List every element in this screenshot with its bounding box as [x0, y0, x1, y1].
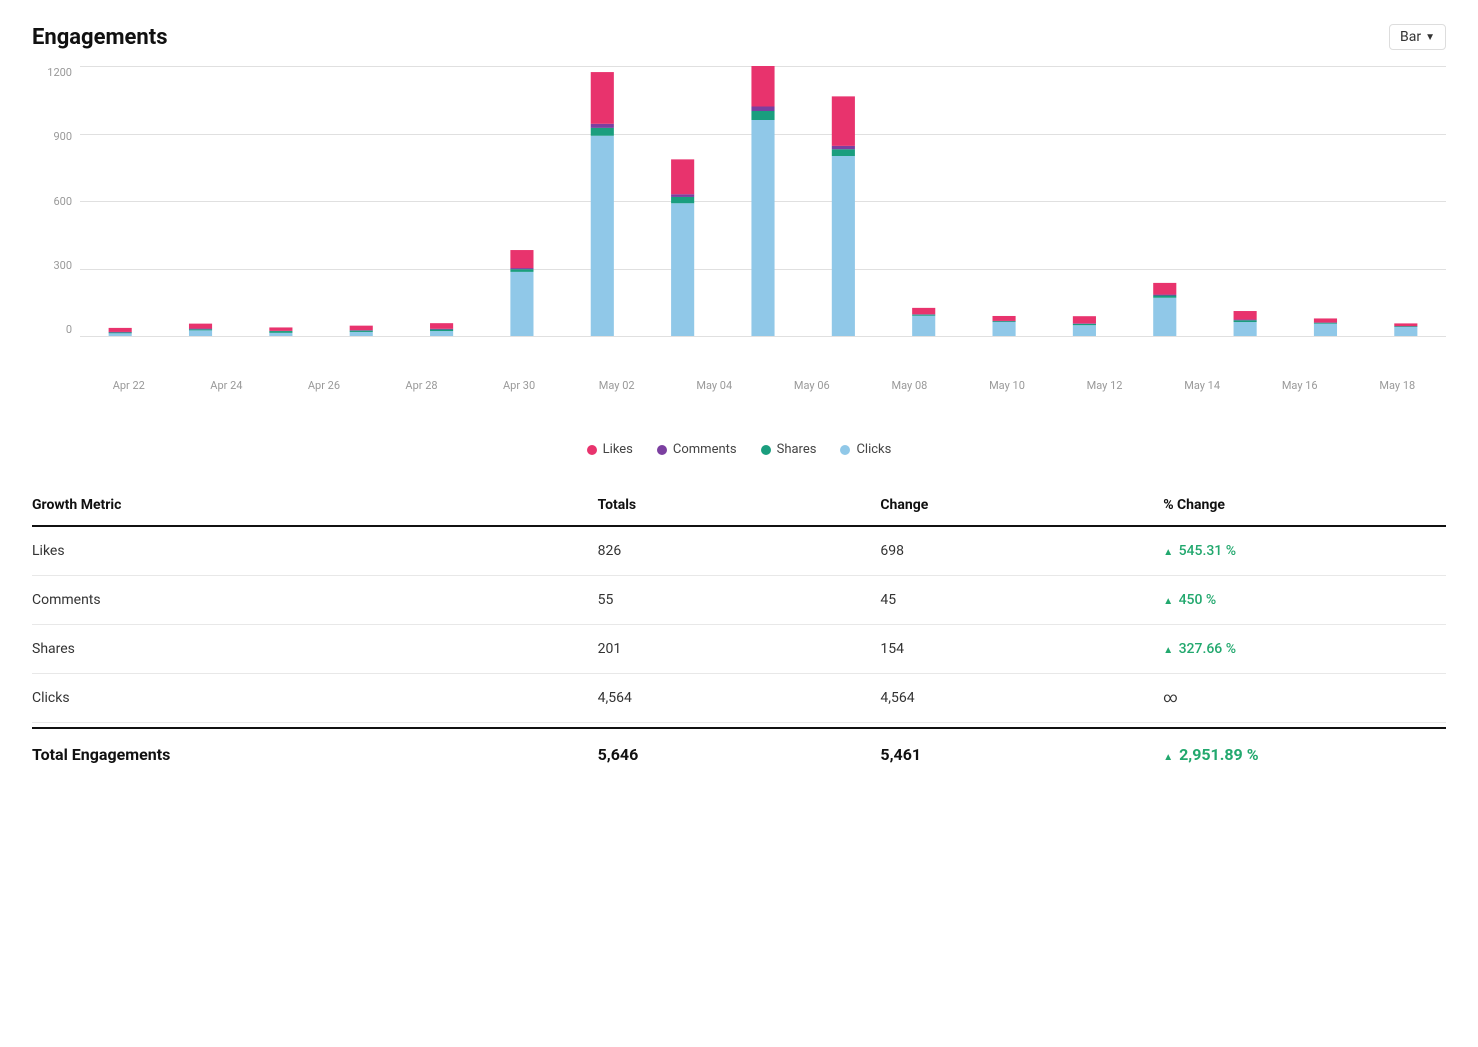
total-change: 5,461 — [880, 745, 1163, 764]
likes-color-dot — [587, 445, 597, 455]
y-label-0: 0 — [32, 323, 72, 336]
total-pct: ▲ 2,951.89 % — [1163, 745, 1446, 764]
y-label-1200: 1200 — [32, 66, 72, 79]
x-label-may08: May 08 — [861, 379, 959, 392]
chart-type-dropdown[interactable]: Bar ▼ — [1389, 24, 1446, 50]
change-clicks: 4,564 — [880, 690, 1163, 706]
change-likes: 698 — [880, 543, 1163, 559]
chart-container: 1200 900 600 300 0 Apr 22 Apr — [32, 66, 1446, 406]
table-row: Clicks 4,564 4,564 ∞ — [32, 674, 1446, 723]
metric-likes: Likes — [32, 543, 598, 559]
x-label-may16: May 16 — [1251, 379, 1349, 392]
comments-color-dot — [657, 445, 667, 455]
metric-comments: Comments — [32, 592, 598, 608]
x-label-may18: May 18 — [1349, 379, 1447, 392]
change-comments: 45 — [880, 592, 1163, 608]
x-label-apr26: Apr 26 — [275, 379, 373, 392]
table-header: Growth Metric Totals Change % Change — [32, 489, 1446, 527]
legend-comments-label: Comments — [673, 442, 737, 457]
chart-legend: Likes Comments Shares Clicks — [32, 442, 1446, 457]
total-totals: 5,646 — [598, 745, 881, 764]
totals-comments: 55 — [598, 592, 881, 608]
x-label-may02: May 02 — [568, 379, 666, 392]
page-title: Engagements — [32, 25, 168, 50]
pct-comments: ▲ 450 % — [1163, 592, 1446, 608]
chevron-down-icon: ▼ — [1425, 32, 1435, 43]
change-shares: 154 — [880, 641, 1163, 657]
legend-shares: Shares — [761, 442, 817, 457]
x-label-apr22: Apr 22 — [80, 379, 178, 392]
y-label-600: 600 — [32, 195, 72, 208]
x-label-may04: May 04 — [665, 379, 763, 392]
total-label: Total Engagements — [32, 745, 598, 764]
x-label-may06: May 06 — [763, 379, 861, 392]
x-label-may10: May 10 — [958, 379, 1056, 392]
legend-shares-label: Shares — [777, 442, 817, 457]
y-label-900: 900 — [32, 130, 72, 143]
totals-shares: 201 — [598, 641, 881, 657]
pct-shares: ▲ 327.66 % — [1163, 641, 1446, 657]
x-label-may14: May 14 — [1153, 379, 1251, 392]
totals-likes: 826 — [598, 543, 881, 559]
metrics-table: Growth Metric Totals Change % Change Lik… — [32, 489, 1446, 780]
legend-comments: Comments — [657, 442, 737, 457]
pct-clicks: ∞ — [1163, 690, 1446, 706]
metric-shares: Shares — [32, 641, 598, 657]
shares-color-dot — [761, 445, 771, 455]
table-row: Comments 55 45 ▲ 450 % — [32, 576, 1446, 625]
legend-likes-label: Likes — [603, 442, 633, 457]
legend-likes: Likes — [587, 442, 633, 457]
legend-clicks: Clicks — [840, 442, 891, 457]
x-label-may12: May 12 — [1056, 379, 1154, 392]
table-row: Shares 201 154 ▲ 327.66 % — [32, 625, 1446, 674]
x-label-apr30: Apr 30 — [470, 379, 568, 392]
metric-clicks: Clicks — [32, 690, 598, 706]
chart-type-label: Bar — [1400, 29, 1421, 45]
clicks-color-dot — [840, 445, 850, 455]
pct-likes: ▲ 545.31 % — [1163, 543, 1446, 559]
table-row: Likes 826 698 ▲ 545.31 % — [32, 527, 1446, 576]
x-label-apr28: Apr 28 — [373, 379, 471, 392]
header-pct-change: % Change — [1163, 497, 1446, 513]
y-label-300: 300 — [32, 259, 72, 272]
header-metric: Growth Metric — [32, 497, 598, 513]
totals-clicks: 4,564 — [598, 690, 881, 706]
legend-clicks-label: Clicks — [856, 442, 891, 457]
header-totals: Totals — [598, 497, 881, 513]
total-row: Total Engagements 5,646 5,461 ▲ 2,951.89… — [32, 727, 1446, 780]
x-label-apr24: Apr 24 — [178, 379, 276, 392]
header-change: Change — [880, 497, 1163, 513]
